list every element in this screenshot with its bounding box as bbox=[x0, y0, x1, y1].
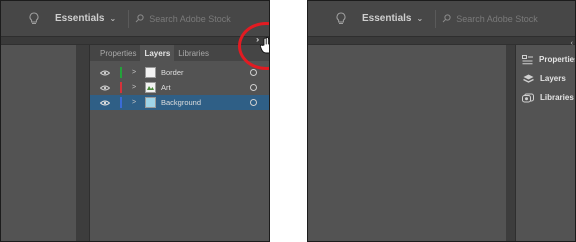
screenshot-collapsed-panel: Essentials ⌄ Search Adobe Stock ‹ Proper… bbox=[307, 0, 576, 242]
search-placeholder: Search Adobe Stock bbox=[456, 13, 538, 24]
layer-name: Background bbox=[161, 98, 202, 107]
workspace-label: Essentials bbox=[55, 13, 105, 24]
dock-item-label: Layers bbox=[540, 74, 566, 83]
layer-thumbnail bbox=[145, 97, 156, 108]
target-circle-icon[interactable] bbox=[250, 99, 257, 106]
layer-thumbnail bbox=[145, 82, 156, 93]
document-tab-strip bbox=[308, 37, 575, 45]
layer-name: Art bbox=[161, 83, 171, 92]
layer-name: Border bbox=[161, 68, 184, 77]
layer-row-border[interactable]: > Border bbox=[90, 65, 269, 80]
chevron-right-icon[interactable]: > bbox=[129, 99, 139, 106]
layers-panel: Properties Layers Libraries > Border > A… bbox=[89, 45, 269, 241]
eye-icon[interactable] bbox=[98, 70, 112, 76]
search-icon bbox=[442, 14, 451, 23]
search-placeholder: Search Adobe Stock bbox=[149, 13, 231, 24]
document-tab-strip bbox=[1, 37, 269, 45]
libraries-icon bbox=[522, 92, 534, 104]
dock-item-label: Libraries bbox=[540, 93, 574, 102]
layer-color-indicator bbox=[120, 97, 122, 108]
app-bar: Essentials ⌄ Search Adobe Stock bbox=[1, 1, 269, 37]
chevron-down-icon: ⌄ bbox=[109, 14, 117, 23]
artboard-canvas[interactable] bbox=[308, 45, 506, 241]
stock-search[interactable]: Search Adobe Stock bbox=[435, 9, 544, 28]
workspace-switcher[interactable]: Essentials ⌄ bbox=[362, 13, 423, 24]
target-circle-icon[interactable] bbox=[250, 84, 257, 91]
stock-search[interactable]: Search Adobe Stock bbox=[128, 9, 237, 28]
eye-icon[interactable] bbox=[98, 85, 112, 91]
eye-icon[interactable] bbox=[98, 100, 112, 106]
dock-item-layers[interactable]: Layers bbox=[516, 69, 575, 88]
tab-libraries[interactable]: Libraries bbox=[174, 45, 213, 61]
layer-row-art[interactable]: > Art bbox=[90, 80, 269, 95]
layer-color-indicator bbox=[120, 82, 122, 93]
dock-item-label: Properties bbox=[539, 55, 576, 64]
search-icon bbox=[135, 14, 144, 23]
layer-thumbnail bbox=[145, 67, 156, 78]
screenshot-expanded-panel: Essentials ⌄ Search Adobe Stock Properti… bbox=[0, 0, 270, 242]
tab-layers[interactable]: Layers bbox=[140, 45, 175, 61]
dock-item-properties[interactable]: Properties bbox=[516, 50, 575, 69]
tab-properties[interactable]: Properties bbox=[96, 45, 140, 61]
chevron-down-icon: ⌄ bbox=[416, 14, 424, 23]
layers-list: > Border > Art > Background bbox=[90, 65, 269, 110]
chevron-right-icon[interactable]: > bbox=[129, 69, 139, 76]
collapsed-panel-dock: Properties Layers Libraries bbox=[515, 45, 575, 241]
canvas-gutter bbox=[76, 45, 89, 241]
dock-item-libraries[interactable]: Libraries bbox=[516, 88, 575, 107]
workspace-switcher[interactable]: Essentials ⌄ bbox=[55, 13, 116, 24]
layer-row-background[interactable]: > Background bbox=[90, 95, 269, 110]
artboard-canvas[interactable] bbox=[1, 45, 76, 241]
chevron-right-icon[interactable]: > bbox=[129, 84, 139, 91]
lightbulb-icon[interactable] bbox=[334, 12, 348, 26]
properties-icon bbox=[522, 54, 533, 66]
workspace-label: Essentials bbox=[362, 13, 412, 24]
app-bar: Essentials ⌄ Search Adobe Stock bbox=[308, 1, 575, 37]
layer-color-indicator bbox=[120, 67, 122, 78]
layers-icon bbox=[522, 73, 534, 85]
target-circle-icon[interactable] bbox=[250, 69, 257, 76]
lightbulb-icon[interactable] bbox=[27, 12, 41, 26]
hand-cursor-icon bbox=[259, 37, 269, 54]
canvas-gutter bbox=[506, 45, 515, 241]
